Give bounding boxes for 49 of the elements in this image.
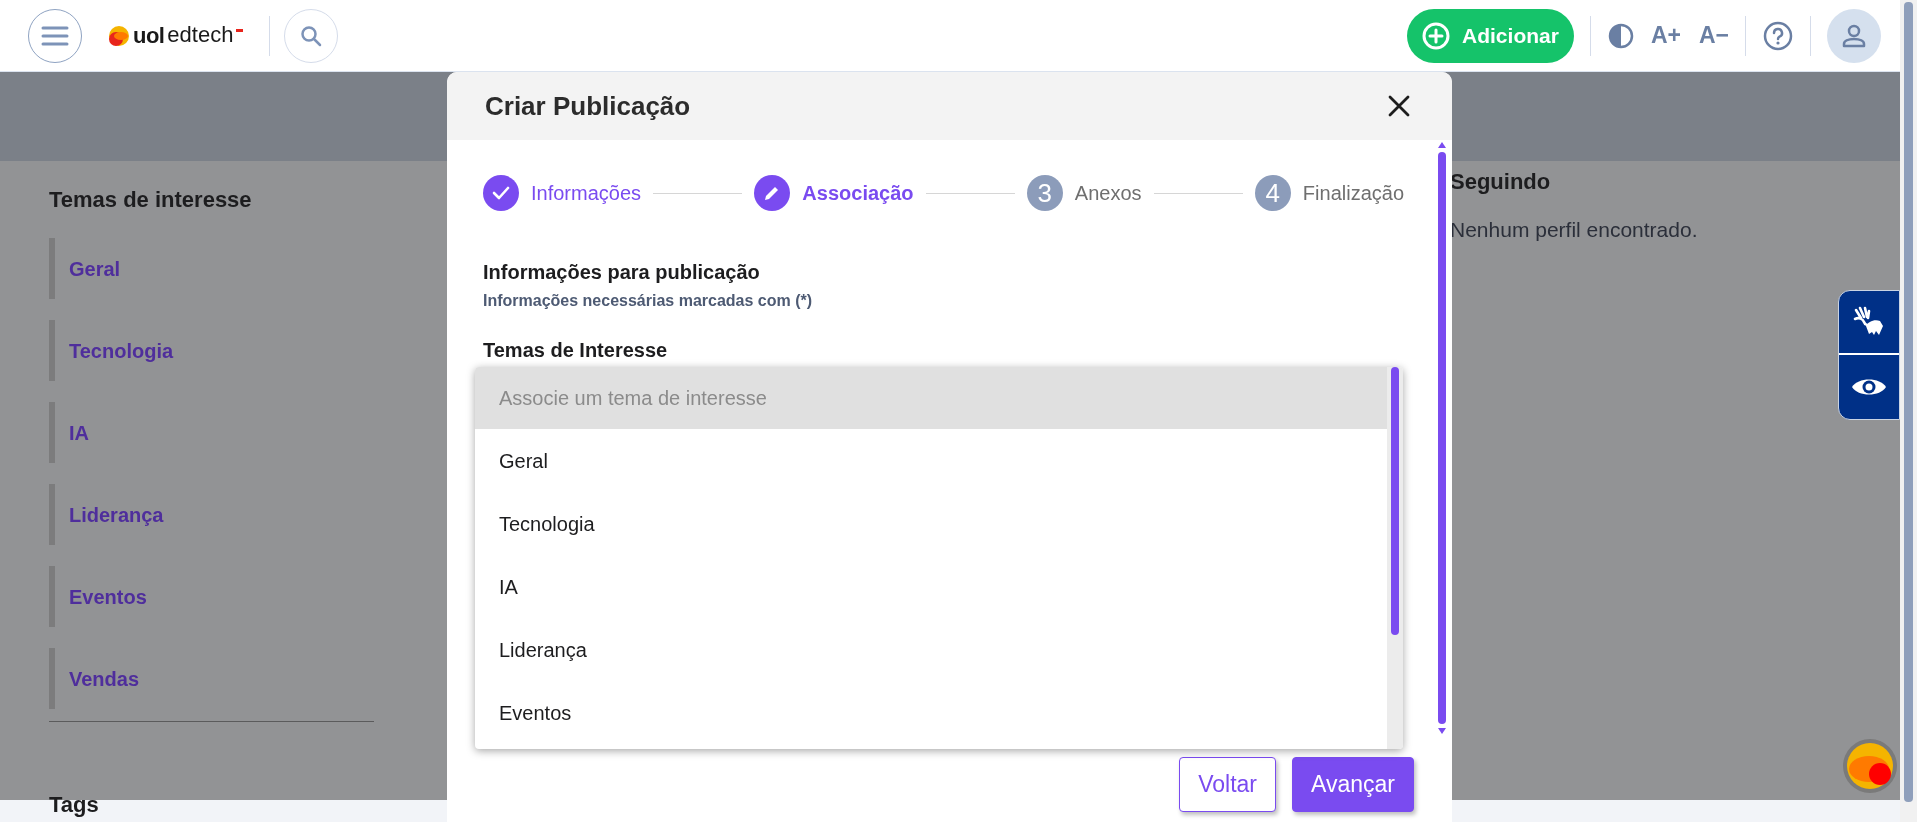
topic-link[interactable]: Liderança bbox=[49, 484, 380, 545]
topic-link[interactable]: Tecnologia bbox=[49, 320, 380, 381]
dropdown-option[interactable]: Liderança bbox=[475, 618, 1387, 681]
contrast-icon bbox=[1607, 22, 1634, 49]
plus-circle-icon bbox=[1422, 21, 1451, 50]
logo-brand: uol bbox=[133, 22, 165, 50]
help-button[interactable] bbox=[1762, 19, 1794, 52]
next-button[interactable]: Avançar bbox=[1292, 757, 1414, 812]
topic-link[interactable]: Geral bbox=[49, 238, 380, 299]
back-button[interactable]: Voltar bbox=[1179, 757, 1277, 812]
font-increase-button[interactable]: A+ bbox=[1650, 18, 1681, 53]
topic-link[interactable]: IA bbox=[49, 402, 380, 463]
step-label: Anexos bbox=[1074, 181, 1142, 206]
logo-dash bbox=[236, 28, 244, 32]
font-decrease-button[interactable]: A− bbox=[1698, 18, 1729, 53]
section-title: Informações para publicação bbox=[483, 260, 761, 285]
close-icon bbox=[1388, 95, 1410, 117]
search-icon bbox=[300, 24, 323, 47]
following-title: Seguindo bbox=[1450, 168, 1552, 196]
dropdown-option[interactable]: Tecnologia bbox=[475, 492, 1387, 555]
avatar-button[interactable] bbox=[1827, 8, 1881, 63]
scroll-up-icon[interactable] bbox=[1438, 142, 1446, 148]
dropdown-option[interactable]: Eventos bbox=[475, 681, 1387, 744]
tags-title: Tags bbox=[49, 791, 99, 819]
dropdown-option[interactable]: IA bbox=[475, 555, 1387, 618]
step-label: Associação bbox=[802, 181, 914, 206]
logo-icon bbox=[108, 24, 130, 47]
check-icon bbox=[492, 186, 510, 200]
topic-link[interactable]: Vendas bbox=[49, 648, 380, 709]
dropdown-search-field[interactable]: Associe um tema de interesse bbox=[475, 367, 1387, 429]
logo-product: edtech bbox=[167, 20, 234, 49]
sidebar-title: Temas de interesse bbox=[49, 186, 253, 214]
modal-title: Criar Publicação bbox=[485, 89, 691, 123]
contrast-button[interactable] bbox=[1606, 21, 1635, 50]
menu-icon bbox=[41, 25, 69, 46]
person-icon bbox=[1841, 22, 1867, 49]
step-label: Finalização bbox=[1302, 181, 1404, 206]
dropdown-option[interactable]: Geral bbox=[475, 429, 1387, 492]
add-button[interactable]: Adicionar bbox=[1407, 8, 1574, 63]
step-label: Informações bbox=[531, 181, 642, 206]
field-label: Temas de Interesse bbox=[483, 338, 669, 363]
step-number: 4 bbox=[1254, 175, 1291, 211]
scroll-down-icon[interactable] bbox=[1438, 728, 1446, 734]
chat-logo-icon bbox=[1842, 738, 1898, 794]
help-icon bbox=[1763, 20, 1793, 51]
step-number: 3 bbox=[1026, 175, 1063, 211]
section-subtitle: Informações necessárias marcadas com (*) bbox=[483, 291, 814, 311]
empty-message: Nenhum perfil encontrado. bbox=[1450, 217, 1698, 243]
topic-link[interactable]: Eventos bbox=[49, 566, 380, 627]
